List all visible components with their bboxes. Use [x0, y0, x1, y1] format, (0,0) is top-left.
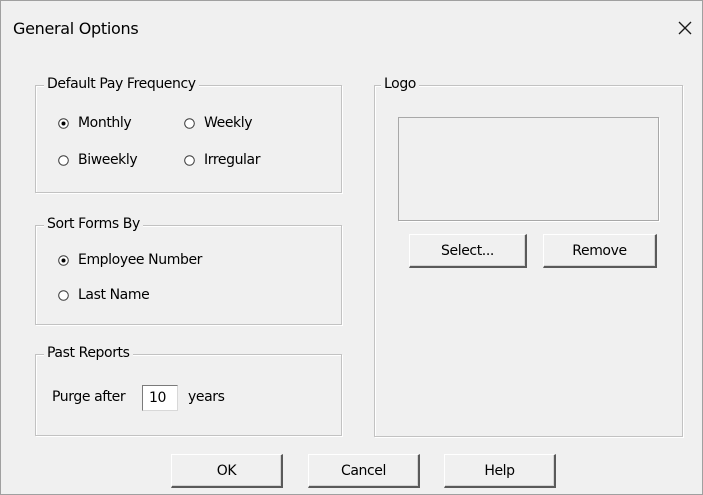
radio-label: Biweekly	[78, 152, 138, 168]
radio-irregular[interactable]: Irregular	[184, 152, 260, 168]
radio-label: Monthly	[78, 115, 132, 131]
select-logo-button[interactable]: Select...	[409, 234, 527, 268]
past-reports-legend: Past Reports	[44, 345, 133, 361]
title-bar[interactable]: General Options	[1, 1, 702, 55]
purge-after-label: Purge after	[52, 389, 126, 405]
radio-unselected-icon	[184, 117, 195, 129]
help-button[interactable]: Help	[444, 454, 556, 488]
dialog-title: General Options	[13, 19, 139, 38]
radio-selected-icon	[58, 117, 69, 129]
radio-biweekly[interactable]: Biweekly	[58, 152, 138, 168]
purge-years-input[interactable]: 10	[142, 385, 178, 411]
general-options-dialog: General Options Default Pay Frequency Mo…	[0, 0, 703, 495]
logo-group: Logo Select... Remove	[374, 76, 683, 437]
sort-forms-legend: Sort Forms By	[44, 216, 143, 232]
radio-label: Last Name	[78, 287, 150, 303]
pay-frequency-group: Default Pay Frequency Monthly Weekly Biw…	[35, 76, 342, 193]
close-icon	[678, 21, 692, 35]
radio-label: Employee Number	[78, 252, 203, 268]
ok-button[interactable]: OK	[171, 454, 283, 488]
radio-selected-icon	[58, 254, 69, 266]
cancel-button[interactable]: Cancel	[308, 454, 420, 488]
radio-label: Irregular	[204, 152, 261, 168]
radio-weekly[interactable]: Weekly	[184, 115, 253, 131]
past-reports-group: Past Reports Purge after 10 years	[35, 345, 342, 436]
years-label: years	[188, 389, 225, 405]
radio-unselected-icon	[184, 154, 195, 166]
pay-frequency-legend: Default Pay Frequency	[44, 76, 199, 92]
remove-logo-button[interactable]: Remove	[543, 234, 657, 268]
radio-monthly[interactable]: Monthly	[58, 115, 132, 131]
radio-label: Weekly	[204, 115, 253, 131]
radio-employee-number[interactable]: Employee Number	[58, 252, 202, 268]
radio-unselected-icon	[58, 289, 69, 301]
logo-legend: Logo	[381, 76, 419, 92]
close-button[interactable]	[672, 15, 698, 41]
sort-forms-group: Sort Forms By Employee Number Last Name	[35, 216, 342, 325]
logo-preview	[398, 117, 659, 221]
radio-last-name[interactable]: Last Name	[58, 287, 150, 303]
radio-unselected-icon	[58, 154, 69, 166]
